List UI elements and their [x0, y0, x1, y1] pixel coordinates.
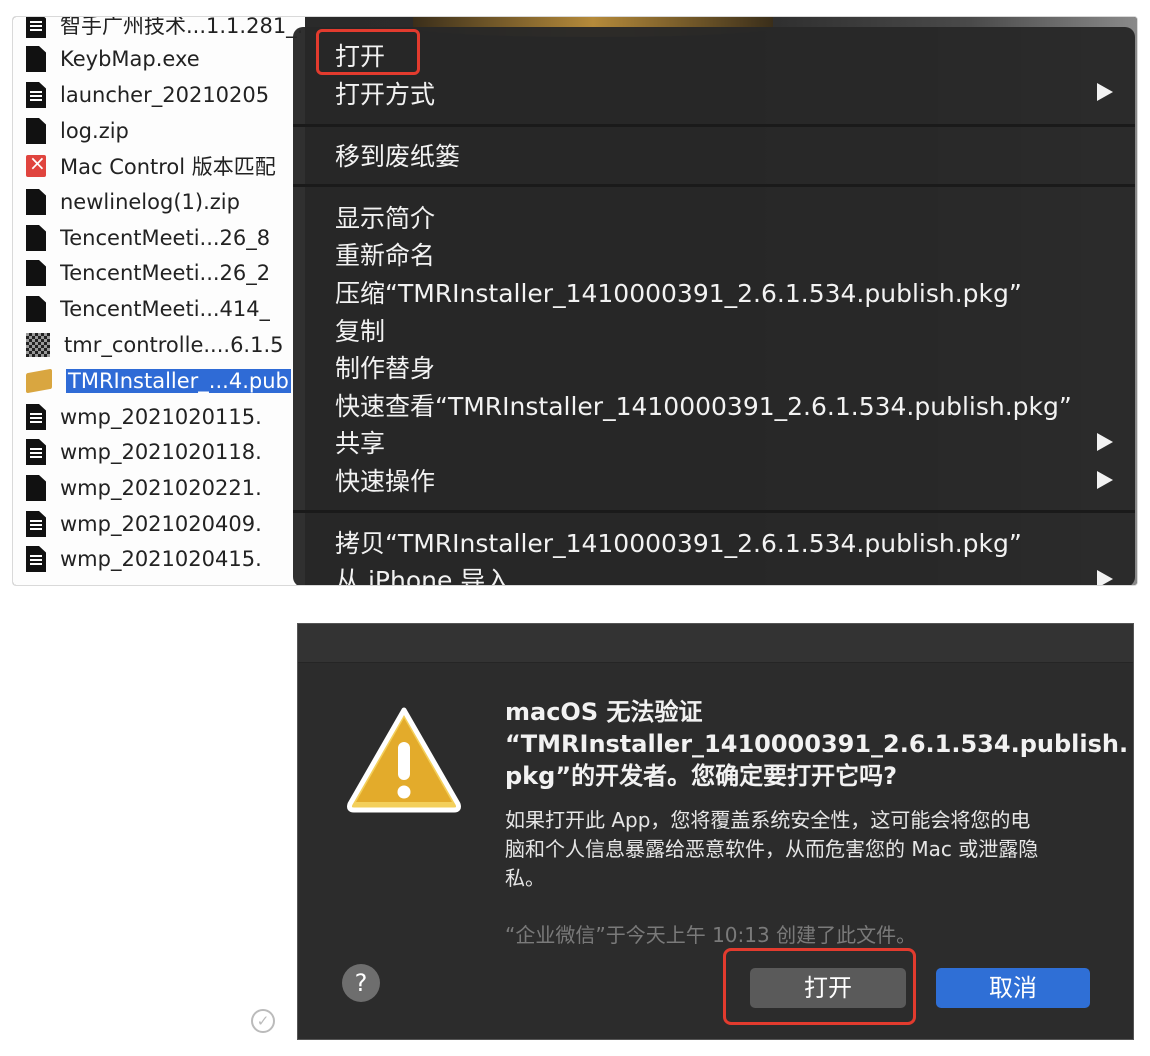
dialog-message-line: 如果打开此 App，您将覆盖系统安全性，这可能会将您的电 [505, 808, 1031, 832]
file-name: tmr_controlle....6.1.5 [64, 333, 284, 357]
menu-item-make-alias[interactable]: 制作替身 [335, 349, 435, 385]
file-row[interactable]: TencentMeeti...414_ [13, 291, 313, 327]
submenu-arrow-icon [1097, 471, 1113, 489]
file-name: wmp_2021020221. [60, 476, 262, 500]
document-icon [26, 439, 46, 465]
dialog-title-bar [298, 624, 1133, 663]
file-icon [26, 118, 46, 144]
file-name: TencentMeeti...414_ [60, 297, 271, 321]
menu-separator [293, 184, 1135, 187]
file-name: TencentMeeti...26_8 [60, 226, 271, 250]
file-name: wmp_2021020409. [60, 512, 262, 536]
menu-item-get-info[interactable]: 显示简介 [335, 199, 435, 235]
file-row[interactable]: log.zip [13, 113, 313, 149]
document-icon [26, 404, 46, 430]
file-row[interactable]: KeybMap.exe [13, 41, 313, 77]
file-name: TMRInstaller_...4.pub [66, 369, 291, 393]
menu-item-move-to-trash[interactable]: 移到废纸篓 [335, 137, 460, 173]
file-icon [26, 225, 46, 251]
dialog-title: macOS 无法验证 “TMRInstaller_1410000391_2.6.… [505, 696, 1129, 792]
file-name: newlinelog(1).zip [60, 190, 240, 214]
menu-item-rename[interactable]: 重新命名 [335, 236, 435, 272]
file-row[interactable]: wmp_2021020409. [13, 506, 313, 542]
menu-item-quick-actions[interactable]: 快速操作 [335, 462, 435, 498]
security-dialog: macOS 无法验证 “TMRInstaller_1410000391_2.6.… [297, 623, 1134, 1040]
menu-item-compress[interactable]: 压缩“TMRInstaller_1410000391_2.6.1.534.pub… [335, 274, 1022, 310]
file-name: wmp_2021020118. [60, 440, 262, 464]
help-button[interactable]: ? [342, 964, 380, 1002]
file-row[interactable]: 智手广州技术...1.1.281_.pdf [13, 16, 313, 43]
cancel-button[interactable]: 取消 [936, 968, 1090, 1008]
highlight-box [723, 948, 916, 1025]
submenu-arrow-icon [1097, 83, 1113, 101]
menu-item-duplicate[interactable]: 复制 [335, 312, 385, 348]
file-list: 智手广州技术...1.1.281_.pdf KeybMap.exe launch… [13, 17, 313, 585]
file-name: log.zip [60, 119, 129, 143]
package-icon [26, 368, 52, 394]
qr-icon [26, 333, 50, 357]
file-row[interactable]: wmp_2021020221. [13, 470, 313, 506]
file-row[interactable]: TencentMeeti...26_8 [13, 220, 313, 256]
dialog-title-line: “TMRInstaller_1410000391_2.6.1.534.publi… [505, 730, 1129, 758]
file-name: wmp_2021020115. [60, 405, 262, 429]
file-row[interactable]: Mac Control 版本匹配 [13, 148, 313, 184]
file-row[interactable]: tmr_controlle....6.1.5 [13, 327, 313, 363]
menu-item-copy[interactable]: 拷贝“TMRInstaller_1410000391_2.6.1.534.pub… [335, 524, 1022, 560]
checkmark-icon: ✓ [251, 1009, 275, 1033]
file-name: KeybMap.exe [60, 47, 200, 71]
file-row[interactable]: wmp_2021020118. [13, 434, 313, 470]
file-row[interactable]: TencentMeeti...26_2 [13, 255, 313, 291]
highlight-box [316, 29, 420, 75]
pdf-icon [26, 17, 46, 38]
file-name: Mac Control 版本匹配 [60, 155, 276, 179]
file-row-selected[interactable]: TMRInstaller_...4.pub [13, 363, 313, 399]
dialog-message: 如果打开此 App，您将覆盖系统安全性，这可能会将您的电 脑和个人信息暴露给恶意… [505, 806, 1105, 893]
dialog-message-line: 脑和个人信息暴露给恶意软件，从而危害您的 Mac 或泄露隐 [505, 837, 1039, 861]
file-row[interactable]: wmp_2021020115. [13, 399, 313, 435]
file-name: wmp_2021020415. [60, 547, 262, 571]
finder-screenshot: 智手广州技术...1.1.281_.pdf KeybMap.exe launch… [12, 16, 1138, 586]
context-menu: 打开 打开方式 移到废纸篓 显示简介 重新命名 压缩“TMRInstaller_… [293, 27, 1135, 585]
menu-separator [293, 510, 1135, 513]
file-icon [26, 46, 46, 72]
warning-icon [344, 704, 464, 814]
menu-item-share[interactable]: 共享 [335, 424, 385, 460]
document-icon [26, 511, 46, 537]
file-row[interactable]: wmp_2021020415. [13, 541, 313, 577]
dialog-message-line: 私。 [505, 866, 545, 890]
xmind-icon [26, 151, 46, 177]
creation-note: “企业微信”于今天上午 10:13 创建了此文件。 [505, 923, 917, 947]
document-icon [26, 546, 46, 572]
file-icon [26, 189, 46, 215]
dialog-title-line: pkg”的开发者。您确定要打开它吗? [505, 762, 898, 790]
menu-item-quick-look[interactable]: 快速查看“TMRInstaller_1410000391_2.6.1.534.p… [335, 387, 1072, 423]
submenu-arrow-icon [1097, 433, 1113, 451]
menu-item-open-with[interactable]: 打开方式 [335, 75, 435, 111]
file-name: launcher_20210205 [60, 83, 270, 107]
dialog-title-line: macOS 无法验证 [505, 698, 703, 726]
file-icon [26, 296, 46, 322]
file-icon [26, 260, 46, 286]
file-name: TencentMeeti...26_2 [60, 261, 271, 285]
submenu-arrow-icon [1097, 570, 1113, 585]
menu-item-import-from-iphone[interactable]: 从 iPhone 导入 [335, 561, 510, 585]
file-name: 智手广州技术...1.1.281_.pdf [60, 16, 313, 38]
file-row[interactable]: newlinelog(1).zip [13, 184, 313, 220]
menu-separator [293, 124, 1135, 127]
file-icon [26, 475, 46, 501]
file-row[interactable]: launcher_20210205 [13, 77, 313, 113]
document-icon [26, 82, 46, 108]
